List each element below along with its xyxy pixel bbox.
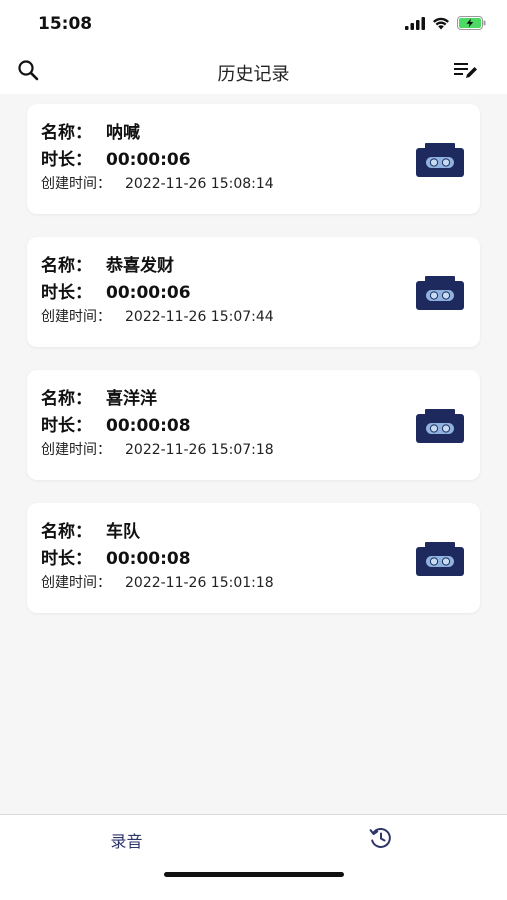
tab-history[interactable]	[254, 815, 507, 865]
recording-card[interactable]: 名称： 恭喜发财 时长： 00:00:06 创建时间： 2022-11-26 15:0…	[27, 237, 480, 347]
record-created: 2022-11-26 15:01:18	[125, 575, 274, 591]
cassette-tape-icon	[416, 409, 464, 443]
recording-list: 名称： 呐喊 时长： 00:00:06 创建时间： 2022-11-26 15:08:…	[0, 94, 507, 814]
status-bar: 15:08	[0, 0, 507, 50]
record-name-label: 名称：	[41, 123, 92, 143]
record-name-row: 名称： 呐喊	[41, 118, 140, 143]
edit-list-button[interactable]	[452, 58, 480, 86]
page-title: 历史记录	[217, 64, 290, 85]
record-name-row: 名称： 恭喜发财	[41, 251, 174, 276]
record-created-row: 创建时间： 2022-11-26 15:07:18	[41, 439, 274, 459]
record-name: 呐喊	[106, 123, 140, 143]
record-created: 2022-11-26 15:07:44	[125, 309, 274, 325]
nav-bar: 历史记录	[0, 50, 507, 94]
edit-list-icon	[453, 60, 479, 84]
wifi-icon	[432, 15, 450, 34]
record-duration-label: 时长：	[41, 283, 92, 303]
record-name-row: 名称： 车队	[41, 517, 140, 542]
record-duration-row: 时长： 00:00:08	[41, 411, 191, 436]
record-created: 2022-11-26 15:07:18	[125, 442, 274, 458]
record-duration-row: 时长： 00:00:08	[41, 544, 191, 569]
status-icons	[405, 15, 487, 34]
tab-record-label: 录音	[110, 832, 143, 851]
battery-charging-icon	[457, 15, 487, 34]
record-duration-row: 时长： 00:00:06	[41, 145, 191, 170]
cassette-tape-icon	[416, 276, 464, 310]
record-name-label: 名称：	[41, 522, 92, 542]
tab-record[interactable]: 录音	[0, 815, 253, 865]
recording-card[interactable]: 名称： 车队 时长： 00:00:08 创建时间： 2022-11-26 15:01:…	[27, 503, 480, 613]
home-indicator	[164, 872, 344, 877]
recording-card[interactable]: 名称： 喜洋洋 时长： 00:00:08 创建时间： 2022-11-26 15:07…	[27, 370, 480, 480]
tab-bar: 录音	[0, 814, 507, 900]
record-name-label: 名称：	[41, 256, 92, 276]
record-duration-label: 时长：	[41, 549, 92, 569]
record-duration-label: 时长：	[41, 416, 92, 436]
record-name: 喜洋洋	[106, 389, 157, 409]
record-created-row: 创建时间： 2022-11-26 15:08:14	[41, 173, 274, 193]
record-created-row: 创建时间： 2022-11-26 15:01:18	[41, 572, 274, 592]
record-duration-label: 时长：	[41, 150, 92, 170]
cassette-tape-icon	[416, 143, 464, 177]
status-time: 15:08	[38, 14, 93, 34]
record-duration: 00:00:06	[106, 283, 191, 303]
record-name-label: 名称：	[41, 389, 92, 409]
record-created: 2022-11-26 15:08:14	[125, 176, 274, 192]
record-name-row: 名称： 喜洋洋	[41, 384, 157, 409]
record-duration: 00:00:06	[106, 150, 191, 170]
signal-icon	[405, 15, 425, 34]
record-created-row: 创建时间： 2022-11-26 15:07:44	[41, 306, 274, 326]
record-created-label: 创建时间：	[41, 442, 111, 458]
record-duration: 00:00:08	[106, 549, 191, 569]
history-clock-icon	[368, 826, 394, 854]
record-created-label: 创建时间：	[41, 575, 111, 591]
record-name: 车队	[106, 522, 140, 542]
record-name: 恭喜发财	[106, 256, 174, 276]
cassette-tape-icon	[416, 542, 464, 576]
recording-card[interactable]: 名称： 呐喊 时长： 00:00:06 创建时间： 2022-11-26 15:08:…	[27, 104, 480, 214]
record-created-label: 创建时间：	[41, 309, 111, 325]
record-created-label: 创建时间：	[41, 176, 111, 192]
record-duration: 00:00:08	[106, 416, 191, 436]
record-duration-row: 时长： 00:00:06	[41, 278, 191, 303]
